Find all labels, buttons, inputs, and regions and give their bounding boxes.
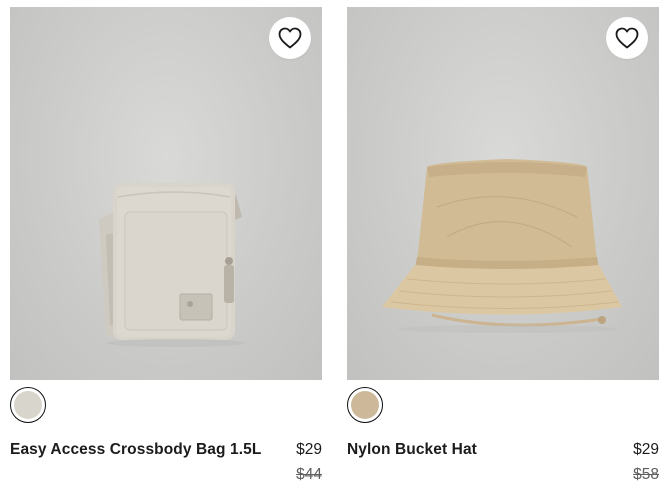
product-card-crossbody-bag[interactable]: Easy Access Crossbody Bag 1.5L $29 $44: [10, 7, 322, 494]
product-card-bucket-hat[interactable]: Nylon Bucket Hat $29 $58: [347, 7, 659, 494]
product-name[interactable]: Easy Access Crossbody Bag 1.5L: [10, 441, 261, 459]
bucket-hat-image: [382, 159, 622, 333]
favorite-button[interactable]: [269, 17, 311, 59]
product-image[interactable]: [10, 7, 322, 380]
original-price: $58: [633, 466, 659, 483]
product-name[interactable]: Nylon Bucket Hat: [347, 441, 477, 459]
heart-icon: [615, 27, 639, 49]
favorite-button[interactable]: [606, 17, 648, 59]
color-swatch-selected[interactable]: [10, 387, 46, 423]
heart-icon: [278, 27, 302, 49]
crossbody-bag-image: [99, 183, 246, 347]
sale-price: $29: [633, 441, 659, 458]
color-swatch: [14, 391, 42, 419]
color-swatch: [351, 391, 379, 419]
sale-price: $29: [296, 441, 322, 458]
original-price: $44: [296, 466, 322, 483]
product-image[interactable]: [347, 7, 659, 380]
color-swatch-selected[interactable]: [347, 387, 383, 423]
